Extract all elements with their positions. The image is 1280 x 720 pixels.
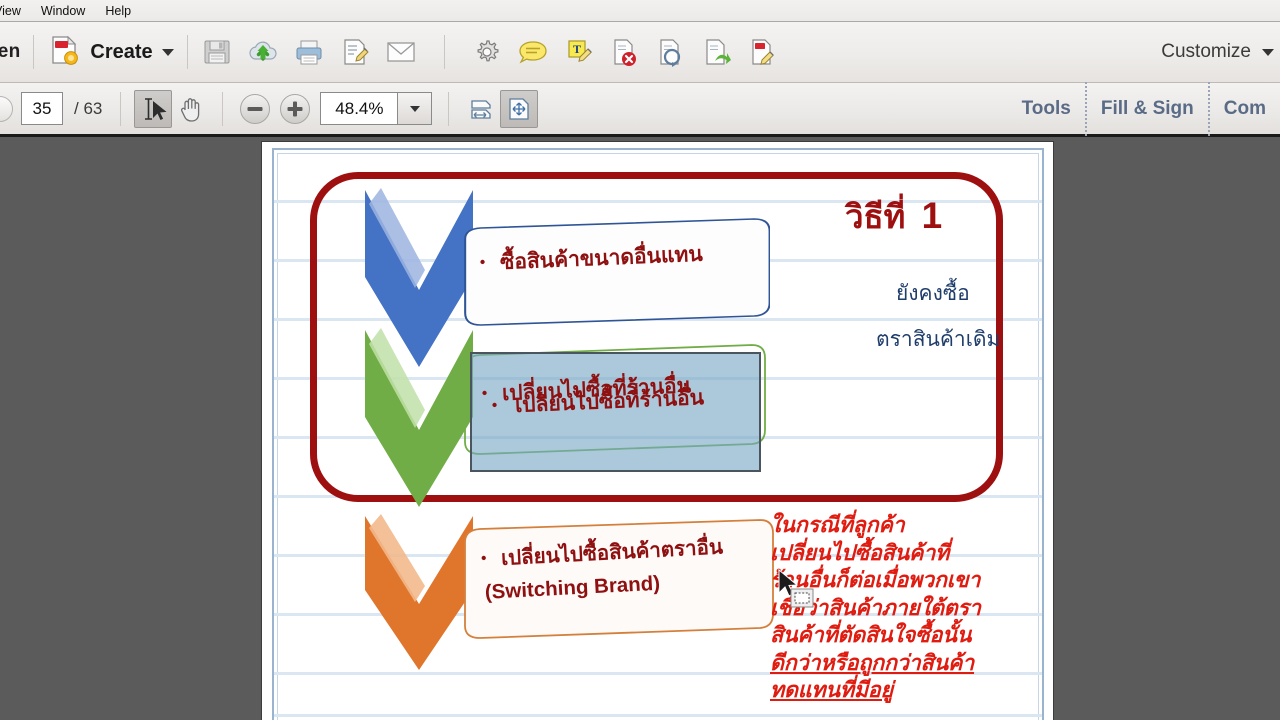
comment-link[interactable]: Com	[1207, 81, 1280, 136]
toolbar-separator	[443, 35, 445, 69]
zoom-dropdown-button[interactable]	[397, 93, 432, 124]
gear-icon[interactable]	[471, 36, 504, 69]
menu-help[interactable]: Help	[95, 0, 141, 22]
select-tool-icon[interactable]	[134, 89, 173, 128]
pdf-page: • ซื้อสินค้าขนาดอื่นแทน • เปลี่ยนไปซื้อท…	[262, 142, 1053, 720]
note-line-5: สินค้าที่ตัดสินใจซื้อนั้น	[770, 623, 972, 647]
callout-buy-other-size-text: ซื้อสินค้าขนาดอื่นแทน	[499, 242, 704, 275]
selected-bullet-text: เปลี่ยนไปซื้อที่ร้านอื่น	[514, 386, 705, 418]
zoom-in-icon[interactable]	[280, 93, 311, 124]
chevron-down-icon	[409, 105, 420, 112]
save-icon[interactable]	[201, 36, 234, 69]
fit-width-icon[interactable]	[462, 90, 500, 128]
svg-text:T: T	[573, 42, 581, 56]
right-toolbar-links: Tools Fill & Sign Com	[1008, 81, 1280, 136]
zoom-control[interactable]: 48.4%	[320, 92, 433, 125]
page-total-label: / 63	[74, 99, 102, 119]
toolbar-separator	[33, 35, 35, 69]
fill-and-sign-link[interactable]: Fill & Sign	[1084, 81, 1208, 136]
create-document-icon	[47, 33, 81, 72]
chevron-down-icon[interactable]	[161, 48, 174, 56]
page-navigation-toolbar: 35 / 63 48.4% Tools Fill & Sign Com	[0, 81, 1280, 137]
page-number-input[interactable]: 35	[21, 92, 63, 125]
edit-page-icon[interactable]	[747, 36, 780, 69]
hand-tool-icon[interactable]	[172, 90, 210, 128]
main-toolbar: pen Create	[0, 22, 1280, 83]
comment-bubble-icon[interactable]	[517, 36, 550, 69]
open-button[interactable]: pen	[0, 41, 20, 63]
fit-page-icon[interactable]	[500, 89, 539, 128]
application-window: View Window Help pen Create	[0, 0, 1280, 720]
chevron-down-icon[interactable]	[1262, 48, 1274, 56]
customize-button[interactable]: Customize	[1161, 41, 1274, 63]
print-icon[interactable]	[293, 36, 326, 69]
note-line-6-underlined: ดีกว่าหรือถูกกว่าสินค้า	[770, 650, 975, 675]
menu-window[interactable]: Window	[31, 0, 95, 22]
delete-page-icon[interactable]	[609, 36, 642, 69]
mouse-cursor	[777, 568, 817, 614]
upload-cloud-icon[interactable]	[247, 36, 280, 69]
sign-document-icon[interactable]	[339, 36, 372, 69]
zoom-out-icon[interactable]	[240, 93, 271, 124]
note-line-1: ในกรณีที่ลูกค้า	[770, 513, 905, 537]
toolbar-icon-group-1: T	[201, 35, 780, 69]
note-line-2: เปลี่ยนไปซื้อสินค้าที่	[770, 540, 950, 565]
page-separator: /	[74, 98, 79, 118]
toolbar-separator	[448, 91, 450, 126]
tools-link[interactable]: Tools	[1008, 82, 1085, 136]
subline-2: ตราสินค้าเดิม	[876, 328, 1001, 351]
subline-1: ยังคงซื้อ	[896, 282, 970, 305]
document-viewport[interactable]: • ซื้อสินค้าขนาดอื่นแทน • เปลี่ยนไปซื้อท…	[0, 137, 1280, 720]
create-button[interactable]: Create	[47, 33, 174, 72]
callout-switching-brand: • เปลี่ยนไปซื้อสินค้าตราอื่น (Switching …	[460, 518, 780, 643]
rotate-page-icon[interactable]	[655, 36, 688, 69]
email-icon[interactable]	[385, 36, 418, 69]
slide-headline: วิธีที่ 1	[845, 190, 942, 243]
headline-text: วิธีที่	[845, 198, 906, 235]
page-number-value: 35	[32, 98, 52, 118]
text-highlight-icon[interactable]: T	[563, 36, 596, 69]
menu-bar: View Window Help	[0, 0, 1280, 22]
headline-number: 1	[921, 195, 943, 236]
create-label: Create	[90, 40, 153, 63]
callout-switching-brand-line1: เปลี่ยนไปซื้อสินค้าตราอื่น	[500, 535, 724, 570]
previous-page-icon[interactable]	[0, 95, 13, 122]
customize-label: Customize	[1161, 41, 1251, 62]
callout-buy-other-size: • ซื้อสินค้าขนาดอื่นแทน	[460, 217, 771, 327]
zoom-level-value[interactable]: 48.4%	[321, 93, 398, 124]
note-line-7-underlined: ทดแทนที่มีอยู่	[770, 678, 893, 702]
menu-view[interactable]: View	[0, 0, 31, 22]
toolbar-separator	[222, 91, 224, 126]
export-page-icon[interactable]	[701, 36, 734, 69]
page-total-value: 63	[83, 98, 103, 118]
toolbar-separator	[186, 35, 188, 69]
toolbar-separator	[120, 91, 122, 126]
